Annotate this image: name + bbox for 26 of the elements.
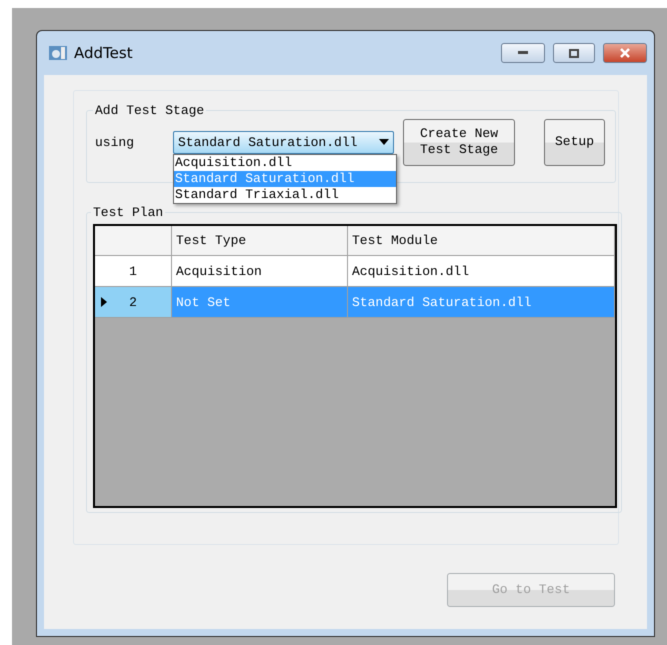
dropdown-option[interactable]: Standard Triaxial.dll [174, 186, 396, 202]
app-icon [48, 44, 68, 62]
minimize-button[interactable] [501, 43, 545, 63]
maximize-icon [569, 48, 579, 58]
close-button[interactable] [603, 43, 647, 63]
group-title: Add Test Stage [94, 103, 206, 118]
column-header[interactable]: Test Type [172, 226, 348, 256]
table-cell: Acquisition.dll [348, 256, 615, 287]
table-cell: Standard Saturation.dll [348, 287, 615, 318]
dropdown-option[interactable]: Acquisition.dll [174, 154, 396, 170]
current-row-icon [101, 297, 107, 307]
row-header[interactable]: 2 [95, 287, 172, 318]
window-title: AddTest [74, 44, 134, 62]
close-icon [619, 48, 631, 58]
column-header[interactable]: Test Module [348, 226, 615, 256]
minimize-icon [518, 51, 528, 55]
create-stage-button[interactable]: Create New Test Stage [403, 118, 515, 166]
setup-button[interactable]: Setup [544, 118, 605, 166]
maximize-button[interactable] [553, 43, 595, 63]
table-cell: Not Set [172, 287, 348, 318]
dropdown-arrow-icon [379, 139, 389, 145]
group-title: Test Plan [92, 205, 164, 220]
row-header[interactable]: 1 [95, 256, 172, 287]
module-dropdown[interactable]: Standard Saturation.dll [173, 130, 394, 154]
using-label: using [95, 134, 136, 150]
table-cell: Acquisition [172, 256, 348, 287]
